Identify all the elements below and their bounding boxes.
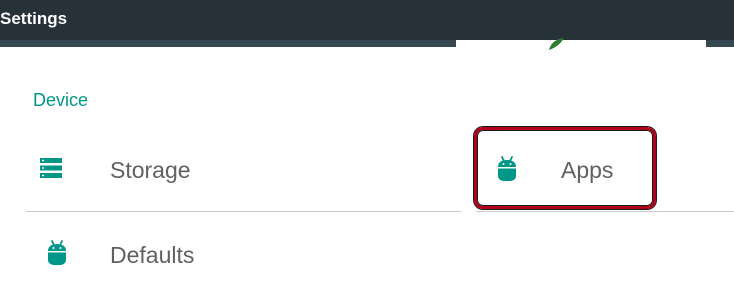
divider [26,211,461,212]
storage-icon [40,158,62,178]
header-image-edge [456,40,706,48]
settings-tile-label: Apps [561,157,614,183]
settings-tile-label: Storage [110,157,191,183]
divider [476,211,734,212]
android-icon [48,240,66,265]
page-title: Settings [0,9,68,28]
settings-tile-label: Defaults [110,242,195,268]
settings-tile-storage[interactable]: Storage [26,134,461,206]
settings-screen: Settings Device Storage Apps Defaults [0,0,734,290]
section-header-device: Device [33,90,89,110]
android-icon [498,156,516,181]
settings-tile-apps[interactable]: Apps [476,134,734,206]
leaf-icon [549,38,564,50]
settings-tile-defaults[interactable]: Defaults [26,219,461,290]
